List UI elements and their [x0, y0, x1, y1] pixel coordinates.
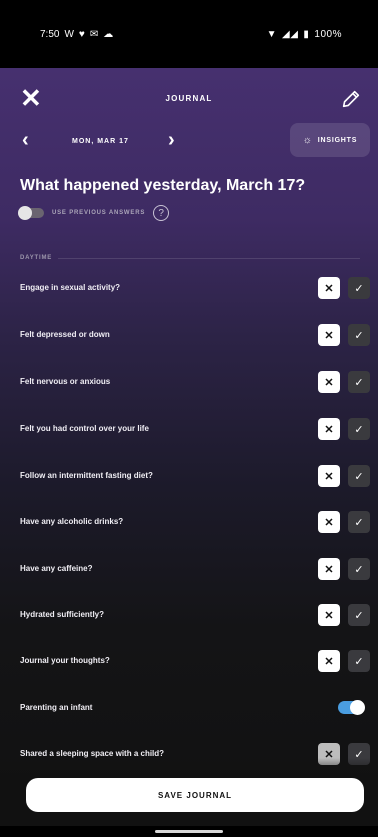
help-symbol: ?: [158, 207, 164, 219]
question-row: Felt nervous or anxious ✕ ✓: [20, 371, 370, 395]
pencil-icon: [342, 90, 360, 108]
answer-no-button[interactable]: ✕: [318, 371, 340, 393]
question-text: Engage in sexual activity?: [20, 283, 121, 292]
wifi-icon: ▼: [266, 28, 278, 40]
question-row: Follow an intermittent fasting diet? ✕ ✓: [20, 465, 370, 489]
question-row: Parenting an infant: [20, 697, 370, 721]
answer-no-button[interactable]: ✕: [318, 511, 340, 533]
use-previous-answers-label: USE PREVIOUS ANSWERS: [52, 210, 146, 216]
answer-yes-button[interactable]: ✓: [348, 558, 370, 580]
use-previous-answers-toggle[interactable]: [18, 206, 44, 220]
journal-screen: ✕ JOURNAL ‹ MON, MAR 17 › ☼ INSIGHTS Wha…: [0, 68, 378, 826]
chevron-left-icon: ‹: [22, 129, 29, 151]
question-row: Have any alcoholic drinks? ✕ ✓: [20, 511, 370, 535]
question-row: Journal your thoughts? ✕ ✓: [20, 650, 370, 674]
answer-no-button[interactable]: ✕: [318, 465, 340, 487]
answer-yes-button[interactable]: ✓: [348, 604, 370, 626]
question-text: Shared a sleeping space with a child?: [20, 749, 165, 758]
save-journal-button[interactable]: SAVE JOURNAL: [26, 778, 364, 812]
page-title: JOURNAL: [165, 94, 213, 103]
question-text: Have any alcoholic drinks?: [20, 517, 124, 526]
section-label: DAYTIME: [20, 255, 53, 261]
current-date: MON, MAR 17: [72, 138, 129, 145]
answer-yes-button[interactable]: ✓: [348, 465, 370, 487]
edit-button[interactable]: [340, 88, 362, 110]
question-text: Felt you had control over your life: [20, 424, 149, 433]
answer-yes-button[interactable]: ✓: [348, 324, 370, 346]
daytime-section-header: DAYTIME: [20, 255, 360, 261]
question-text: Hydrated sufficiently?: [20, 610, 105, 619]
battery-icon: ▮: [303, 28, 310, 40]
w-icon: W: [64, 28, 74, 40]
home-gesture-handle[interactable]: [155, 830, 223, 833]
lightbulb-icon: ☼: [302, 134, 313, 146]
help-icon[interactable]: ?: [153, 205, 170, 221]
battery-percent: 100%: [314, 28, 342, 40]
chevron-right-icon: ›: [168, 129, 175, 151]
answer-no-button[interactable]: ✕: [318, 277, 340, 299]
question-text: Parenting an infant: [20, 703, 93, 712]
answer-yes-button[interactable]: ✓: [348, 371, 370, 393]
answer-yes-button[interactable]: ✓: [348, 511, 370, 533]
status-bar: 7:50 W ♥ ✉ ☁ ▼ ◢◢ ▮ 100%: [0, 0, 378, 68]
question-text: Felt nervous or anxious: [20, 377, 111, 386]
question-text: Follow an intermittent fasting diet?: [20, 471, 153, 480]
date-navigator: ‹ MON, MAR 17 › ☼ INSIGHTS: [0, 123, 378, 159]
answer-yes-button[interactable]: ✓: [348, 650, 370, 672]
question-row: Felt you had control over your life ✕ ✓: [20, 418, 370, 442]
insights-label: INSIGHTS: [317, 136, 358, 144]
answer-no-button[interactable]: ✕: [318, 418, 340, 440]
answer-no-button[interactable]: ✕: [318, 650, 340, 672]
status-time: 7:50: [40, 28, 60, 40]
answer-no-button[interactable]: ✕: [318, 324, 340, 346]
question-row: Hydrated sufficiently? ✕ ✓: [20, 604, 370, 628]
insights-button[interactable]: ☼ INSIGHTS: [290, 123, 370, 157]
notification-icon: ♥: [78, 28, 85, 40]
question-headline: What happened yesterday, March 17?: [20, 177, 306, 194]
status-right: ▼ ◢◢ ▮ 100%: [267, 29, 342, 40]
status-left: 7:50 W ♥ ✉ ☁: [40, 29, 113, 40]
answer-no-button[interactable]: ✕: [318, 604, 340, 626]
question-text: Felt depressed or down: [20, 330, 110, 339]
cloud-icon: ☁: [103, 28, 114, 40]
answer-yes-button[interactable]: ✓: [348, 418, 370, 440]
previous-day-button[interactable]: ‹: [22, 129, 29, 152]
system-navigation-bar: [0, 826, 378, 837]
question-text: Have any caffeine?: [20, 564, 93, 573]
use-previous-answers-row: USE PREVIOUS ANSWERS ?: [18, 203, 170, 223]
answer-no-button[interactable]: ✕: [318, 558, 340, 580]
question-row: Felt depressed or down ✕ ✓: [20, 324, 370, 348]
mail-icon: ✉: [89, 28, 99, 40]
top-app-bar: ✕ JOURNAL: [0, 68, 378, 128]
answer-yes-button[interactable]: ✓: [348, 277, 370, 299]
section-divider: [58, 257, 360, 259]
question-row: Have any caffeine? ✕ ✓: [20, 558, 370, 582]
parenting-infant-toggle[interactable]: [338, 700, 365, 715]
question-row: Engage in sexual activity? ✕ ✓: [20, 277, 370, 301]
next-day-button[interactable]: ›: [168, 129, 175, 152]
signal-icon: ◢◢: [282, 28, 299, 40]
question-text: Journal your thoughts?: [20, 656, 110, 665]
